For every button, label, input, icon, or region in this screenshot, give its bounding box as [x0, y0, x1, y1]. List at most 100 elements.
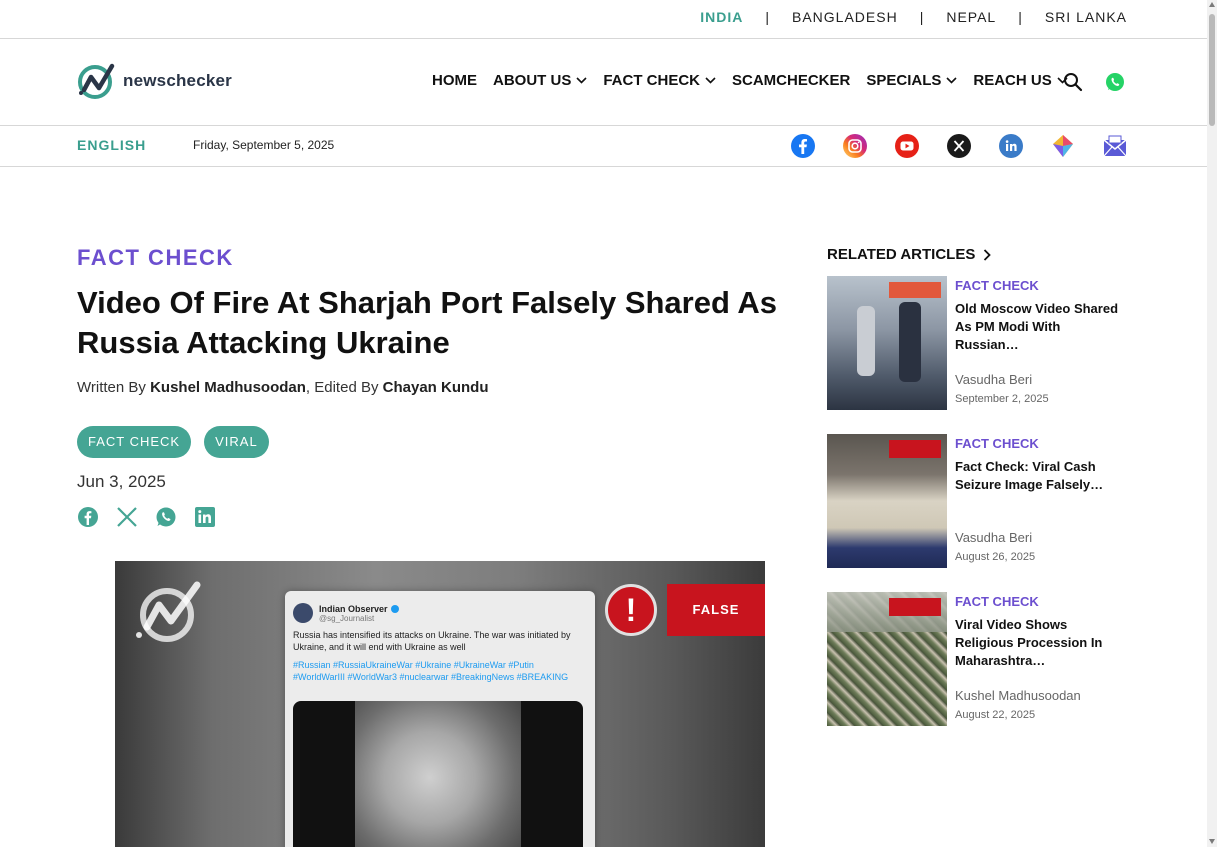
related-article-category[interactable]: FACT CHECK: [955, 436, 1039, 451]
verified-badge-icon: [390, 605, 399, 614]
chevron-down-icon: [576, 77, 587, 84]
country-india-link[interactable]: INDIA: [700, 9, 743, 25]
country-bar: INDIA | BANGLADESH | NEPAL | SRI LANKA: [0, 0, 1207, 39]
related-article-date: September 2, 2025: [955, 393, 1049, 405]
tweet-screenshot: Indian Observer @sg_Journalist Russia ha…: [285, 591, 595, 847]
scroll-thumb[interactable]: [1209, 14, 1215, 126]
share-bar: [77, 506, 233, 528]
nav-about-label: ABOUT US: [493, 72, 572, 89]
scroll-up-arrow-icon[interactable]: [1209, 2, 1215, 7]
email-icon[interactable]: [1102, 133, 1128, 159]
country-separator: |: [1018, 9, 1023, 25]
whatsapp-icon: [1106, 73, 1124, 91]
youtube-icon[interactable]: [894, 133, 920, 159]
country-bangladesh-link[interactable]: BANGLADESH: [792, 9, 898, 25]
related-article-title[interactable]: Viral Video Shows Religious Procession I…: [955, 616, 1127, 670]
related-articles-heading[interactable]: RELATED ARTICLES: [827, 246, 992, 263]
related-article-author[interactable]: Vasudha Beri: [955, 530, 1032, 545]
related-articles-label: RELATED ARTICLES: [827, 246, 976, 263]
nav-reach-label: REACH US: [973, 72, 1052, 89]
main-header: newschecker HOME ABOUT US FACT CHECK SCA…: [0, 39, 1207, 126]
scroll-down-arrow-icon[interactable]: [1209, 839, 1215, 844]
byline-edited-label: , Edited By: [305, 379, 383, 396]
thumb-label-badge: [889, 282, 941, 298]
country-list: INDIA | BANGLADESH | NEPAL | SRI LANKA: [700, 9, 1127, 25]
tweet-account: Indian Observer @sg_Journalist: [319, 604, 399, 623]
related-article-card[interactable]: FACT CHECK Viral Video Shows Religious P…: [827, 592, 1127, 726]
related-article-author[interactable]: Vasudha Beri: [955, 372, 1032, 387]
instagram-icon[interactable]: [842, 133, 868, 159]
x-icon[interactable]: [946, 133, 972, 159]
article-byline: Written By Kushel Madhusoodan, Edited By…: [77, 379, 488, 396]
linkedin-icon[interactable]: [998, 133, 1024, 159]
current-date: Friday, September 5, 2025: [193, 138, 335, 152]
main-nav: HOME ABOUT US FACT CHECK SCAMCHECKER SPE…: [432, 72, 1084, 89]
sub-header: ENGLISH Friday, September 5, 2025: [0, 126, 1207, 167]
page-scrollbar[interactable]: [1207, 0, 1217, 847]
verdict-badge: FALSE: [667, 584, 765, 636]
chevron-down-icon: [946, 77, 957, 84]
facebook-icon[interactable]: [790, 133, 816, 159]
nav-scamchecker-label: SCAMCHECKER: [732, 72, 851, 89]
author-link[interactable]: Kushel Madhusoodan: [150, 379, 306, 396]
smoke-plume: [355, 701, 521, 847]
whatsapp-button[interactable]: [1105, 72, 1125, 92]
nav-factcheck-label: FACT CHECK: [603, 72, 701, 89]
chevron-down-icon: [705, 77, 716, 84]
search-icon: [1064, 73, 1083, 92]
tag-viral[interactable]: VIRAL: [204, 426, 269, 458]
nav-home-label: HOME: [432, 72, 477, 89]
gemini-icon[interactable]: [1050, 133, 1076, 159]
nav-fact-check[interactable]: FACT CHECK: [603, 72, 716, 89]
tag-fact-check[interactable]: FACT CHECK: [77, 426, 192, 458]
thumb-label-badge: [889, 598, 941, 616]
related-article-thumbnail[interactable]: [827, 434, 947, 568]
nav-specials[interactable]: SPECIALS: [866, 72, 957, 89]
related-article-card[interactable]: FACT CHECK Old Moscow Video Shared As PM…: [827, 276, 1127, 410]
newschecker-logo-icon: [78, 63, 115, 99]
tweet-text: Russia has intensified its attacks on Uk…: [293, 630, 571, 652]
related-article-date: August 22, 2025: [955, 709, 1036, 721]
related-article-card[interactable]: FACT CHECK Fact Check: Viral Cash Seizur…: [827, 434, 1127, 568]
nav-about-us[interactable]: ABOUT US: [493, 72, 587, 89]
article-tags: FACT CHECK VIRAL: [77, 426, 282, 458]
nav-reach-us[interactable]: REACH US: [973, 72, 1068, 89]
article-category[interactable]: FACT CHECK: [77, 245, 234, 271]
byline-written-label: Written By: [77, 379, 151, 396]
linkedin-icon[interactable]: [194, 506, 216, 528]
related-article-thumbnail[interactable]: [827, 276, 947, 410]
publish-date: Jun 3, 2025: [77, 472, 166, 491]
tweet-account-name: Indian Observer: [319, 603, 388, 614]
search-button[interactable]: [1063, 72, 1083, 92]
facebook-icon[interactable]: [77, 506, 99, 528]
social-links: [790, 133, 1128, 159]
country-separator: |: [919, 9, 925, 25]
language-selector[interactable]: ENGLISH: [77, 137, 146, 153]
tweet-media-smoke: [293, 701, 583, 847]
country-srilanka-link[interactable]: SRI LANKA: [1045, 9, 1127, 25]
related-article-category[interactable]: FACT CHECK: [955, 278, 1039, 293]
editor-link[interactable]: Chayan Kundu: [383, 379, 489, 396]
tweet-header: Indian Observer @sg_Journalist: [285, 591, 595, 629]
country-separator: |: [765, 9, 770, 25]
related-article-title[interactable]: Old Moscow Video Shared As PM Modi With …: [955, 300, 1127, 354]
x-icon[interactable]: [116, 506, 138, 528]
article-hero-image: Indian Observer @sg_Journalist Russia ha…: [115, 561, 765, 847]
newschecker-watermark-icon: [136, 581, 201, 642]
related-article-thumbnail[interactable]: [827, 592, 947, 726]
nav-specials-label: SPECIALS: [866, 72, 942, 89]
country-nepal-link[interactable]: NEPAL: [946, 9, 996, 25]
related-article-author[interactable]: Kushel Madhusoodan: [955, 688, 1081, 703]
whatsapp-icon[interactable]: [155, 506, 177, 528]
related-article-title[interactable]: Fact Check: Viral Cash Seizure Image Fal…: [955, 458, 1127, 494]
site-logo[interactable]: newschecker: [77, 63, 232, 99]
logo-text: newschecker: [123, 71, 232, 90]
thumb-label-badge: [889, 440, 941, 458]
nav-scamchecker[interactable]: SCAMCHECKER: [732, 72, 850, 89]
tweet-hashtags: #Russian #RussiaUkraineWar #Ukraine #Ukr…: [293, 660, 569, 682]
warning-icon: !: [605, 584, 657, 636]
related-article-date: August 26, 2025: [955, 551, 1036, 563]
related-article-category[interactable]: FACT CHECK: [955, 594, 1039, 609]
avatar: [293, 603, 313, 623]
nav-home[interactable]: HOME: [432, 72, 477, 89]
